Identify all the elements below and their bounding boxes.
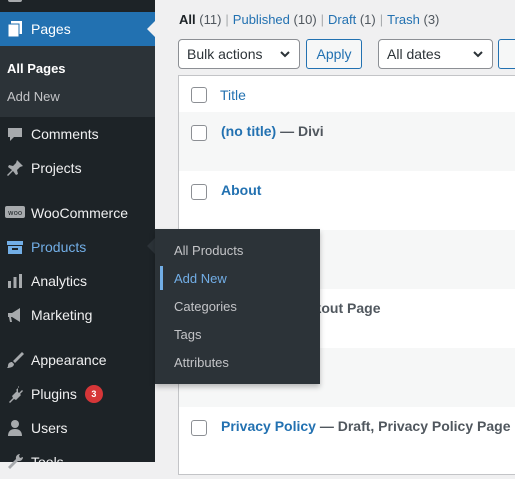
title-column-header[interactable]: Title — [220, 87, 246, 103]
filter-published[interactable]: Published — [233, 12, 290, 27]
sidebar-item-appearance[interactable]: Appearance — [0, 343, 155, 377]
filter-trash[interactable]: Trash — [387, 12, 420, 27]
flyout-add-new-product[interactable]: Add New — [174, 271, 227, 286]
megaphone-icon — [5, 305, 25, 325]
sidebar-item-label: Products — [31, 239, 87, 255]
table-row: About — [179, 171, 515, 230]
sidebar-item-label: Plugins — [31, 386, 77, 402]
sidebar-item-woocommerce[interactable]: woo WooCommerce — [0, 196, 155, 230]
chevron-down-icon — [280, 51, 290, 58]
sidebar-item-tools[interactable]: Tools — [0, 445, 155, 479]
table-row: (no title) — Divi — [179, 112, 515, 171]
filter-all[interactable]: All — [179, 12, 196, 27]
page-title-link[interactable]: Privacy Policy — [221, 418, 316, 434]
row-checkbox[interactable] — [191, 125, 207, 141]
pages-icon — [5, 19, 25, 39]
select-all-checkbox[interactable] — [191, 87, 207, 103]
plug-icon — [5, 384, 25, 404]
sidebar-item-products[interactable]: Products — [0, 230, 155, 264]
svg-text:woo: woo — [8, 209, 22, 217]
comments-icon — [5, 124, 25, 144]
archive-icon — [5, 237, 25, 257]
sidebar-item-marketing[interactable]: Marketing — [0, 298, 155, 332]
sidebar-item-label: WooCommerce — [31, 205, 128, 221]
flyout-attributes[interactable]: Attributes — [174, 355, 229, 370]
current-menu-arrow — [147, 21, 155, 37]
status-filter-links: All (11) | Published (10) | Draft (1) | Trash … — [179, 12, 439, 27]
separator: | — [320, 12, 325, 27]
sidebar-item-label: Analytics — [31, 273, 88, 289]
flyout-all-products[interactable]: All Products — [174, 243, 243, 258]
wrench-icon — [5, 452, 25, 472]
filter-published-count: (10) — [293, 12, 317, 27]
sidebar-item-label: Users — [31, 420, 68, 436]
filter-all-count: (11) — [199, 12, 222, 27]
date-filter-value: All dates — [387, 46, 441, 62]
filter-button[interactable] — [498, 39, 515, 69]
page-title-link[interactable]: About — [221, 182, 261, 198]
flyout-pointer — [147, 238, 155, 254]
flyout-categories[interactable]: Categories — [174, 299, 237, 314]
pin-icon — [5, 158, 25, 178]
row-title: About — [221, 182, 261, 198]
row-checkbox[interactable] — [191, 420, 207, 436]
sidebar-item-users[interactable]: Users — [0, 411, 155, 445]
page-state: — Divi — [276, 123, 324, 139]
sidebar-item-comments[interactable]: Comments — [0, 117, 155, 151]
paintbrush-icon — [5, 350, 25, 370]
apply-button[interactable]: Apply — [306, 39, 362, 69]
admin-sidebar: Pages All Pages Add New Comments Project… — [0, 0, 155, 470]
sidebar-item-label: Projects — [31, 160, 82, 176]
filter-draft-count: (1) — [359, 12, 376, 27]
flyout-tags[interactable]: Tags — [174, 327, 201, 342]
row-title: Privacy Policy — Draft, Privacy Policy P… — [221, 418, 510, 434]
pages-submenu: All Pages Add New — [0, 46, 155, 117]
table-header: Title — [179, 76, 515, 113]
bulk-actions-value: Bulk actions — [187, 46, 263, 62]
separator: | — [379, 12, 384, 27]
separator: | — [225, 12, 229, 27]
woocommerce-icon: woo — [5, 203, 25, 223]
sidebar-item-label: Tools — [31, 454, 64, 470]
date-filter-select[interactable]: All dates — [378, 39, 493, 69]
table-row: Privacy Policy — Draft, Privacy Policy P… — [179, 407, 515, 466]
user-icon — [5, 418, 25, 438]
dashboard-icon — [5, 0, 25, 5]
row-title: (no title) — Divi — [221, 123, 324, 139]
bulk-actions-select[interactable]: Bulk actions — [178, 39, 300, 69]
chevron-down-icon — [473, 51, 483, 58]
submenu-all-pages[interactable]: All Pages — [7, 61, 66, 76]
sidebar-item-label: Appearance — [31, 352, 107, 368]
sidebar-item-label: Pages — [31, 21, 71, 37]
page-state: — Draft, Privacy Policy Page — [315, 418, 511, 434]
update-count-badge: 3 — [84, 385, 103, 403]
page-title-link[interactable]: (no title) — [221, 123, 276, 139]
sidebar-item-label: Marketing — [31, 307, 93, 323]
sidebar-item-plugins[interactable]: Plugins 3 — [0, 377, 155, 411]
sidebar-item-analytics[interactable]: Analytics — [0, 264, 155, 298]
hover-indicator — [160, 266, 163, 290]
sidebar-item-pages[interactable]: Pages — [0, 12, 155, 46]
filter-draft[interactable]: Draft — [328, 12, 356, 27]
row-checkbox[interactable] — [191, 184, 207, 200]
bar-chart-icon — [5, 271, 25, 291]
sidebar-item-projects[interactable]: Projects — [0, 151, 155, 185]
sidebar-item-label: Comments — [31, 126, 99, 142]
filter-trash-count: (3) — [423, 12, 440, 27]
submenu-add-new-page[interactable]: Add New — [7, 89, 60, 104]
sidebar-item-dashboard[interactable] — [0, 0, 155, 12]
products-flyout-menu: All Products Add New Categories Tags Att… — [155, 229, 320, 384]
